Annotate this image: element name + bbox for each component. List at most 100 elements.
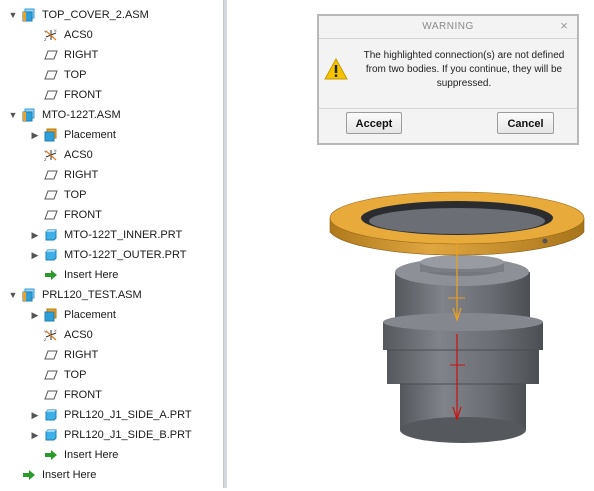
svg-text:Y: Y <box>44 149 47 154</box>
csys-icon: YZ X <box>44 28 58 42</box>
tree-item[interactable]: RIGHT <box>0 165 253 185</box>
tree-item[interactable]: ▼ TOP_COVER_2.ASM <box>0 5 231 25</box>
tree-item[interactable]: ▶ PRL120_J1_SIDE_B.PRT <box>0 425 253 445</box>
tree-item-label: PRL120_J1_SIDE_B.PRT <box>64 429 192 441</box>
tree-item[interactable]: FRONT <box>0 385 253 405</box>
tree-item-label: Insert Here <box>42 469 97 481</box>
svg-text:Y: Y <box>44 29 47 34</box>
tree-item[interactable]: Y Z X ACS0 <box>0 325 253 345</box>
tree-item-label: TOP <box>64 369 87 381</box>
tree-item[interactable]: TOP <box>0 185 253 205</box>
prl120-part-body[interactable] <box>383 255 543 443</box>
assembly-icon <box>22 108 36 122</box>
collapse-icon[interactable]: ▼ <box>8 290 18 300</box>
tree-item[interactable]: TOP <box>0 365 253 385</box>
expand-icon[interactable]: ▶ <box>30 430 40 440</box>
dialog-message: The highlighted connection(s) are not de… <box>363 50 565 89</box>
divider <box>319 38 577 39</box>
datum-plane-icon <box>44 388 58 402</box>
tree-item[interactable]: Y Z X ACS0 <box>0 25 253 45</box>
expand-icon[interactable]: ▶ <box>30 310 40 320</box>
tree-item[interactable]: RIGHT <box>0 45 253 65</box>
svg-text:Z: Z <box>44 37 47 42</box>
tree-item-label: TOP <box>64 189 87 201</box>
part-icon <box>44 248 58 262</box>
tree-item[interactable]: RIGHT <box>0 345 253 365</box>
tree-item[interactable]: ▼ PRL120_TEST.ASM <box>0 285 231 305</box>
tree-item-label: FRONT <box>64 209 102 221</box>
part-icon <box>44 228 58 242</box>
tree-item-label: Insert Here <box>64 269 119 281</box>
tree-item-label: ACS0 <box>64 149 93 161</box>
dialog-title: WARNING <box>422 21 474 32</box>
svg-text:Z: Z <box>44 157 47 162</box>
expand-icon[interactable]: ▶ <box>30 410 40 420</box>
datum-plane-icon <box>44 368 58 382</box>
tree-item[interactable]: ▶ Placement <box>0 125 253 145</box>
tree-item-label: TOP <box>64 69 87 81</box>
tree-item[interactable]: ▼ MTO-122T.ASM <box>0 105 231 125</box>
tree-item-label: PRL120_J1_SIDE_A.PRT <box>64 409 192 421</box>
insert-arrow-icon <box>22 468 36 482</box>
tree-item-label: PRL120_TEST.ASM <box>42 289 142 301</box>
expand-icon[interactable]: ▶ <box>30 230 40 240</box>
assembly-icon <box>22 8 36 22</box>
insert-arrow-icon <box>44 268 58 282</box>
collapse-icon[interactable]: ▼ <box>8 10 18 20</box>
model-tree: ▼ TOP_COVER_2.ASM Y Z X ACS0 RIGHT TOP FRONT ▼ MTO… <box>0 0 223 488</box>
datum-plane-icon <box>44 348 58 362</box>
tree-item[interactable]: ▶ PRL120_J1_SIDE_A.PRT <box>0 405 253 425</box>
tree-item[interactable]: Y Z X ACS0 <box>0 145 253 165</box>
datum-plane-icon <box>44 88 58 102</box>
csys-icon: YZ X <box>44 328 58 342</box>
tree-item-label: MTO-122T_INNER.PRT <box>64 229 183 241</box>
expand-icon[interactable]: ▶ <box>30 130 40 140</box>
tree-item[interactable]: ▶ Placement <box>0 305 253 325</box>
tree-item[interactable]: Insert Here <box>0 265 253 285</box>
csys-icon: YZ X <box>44 148 58 162</box>
accept-button[interactable]: Accept <box>346 112 402 134</box>
tree-item-label: FRONT <box>64 389 102 401</box>
tree-item[interactable]: FRONT <box>0 85 253 105</box>
tree-item[interactable]: Insert Here <box>0 445 253 465</box>
tree-item-label: FRONT <box>64 89 102 101</box>
insert-arrow-icon <box>44 448 58 462</box>
svg-text:Y: Y <box>44 329 47 334</box>
tree-item[interactable]: FRONT <box>0 205 253 225</box>
svg-text:X: X <box>54 148 57 153</box>
placement-icon <box>44 128 58 142</box>
tree-item-label: Placement <box>64 309 116 321</box>
datum-plane-icon <box>44 168 58 182</box>
tree-item-label: ACS0 <box>64 329 93 341</box>
divider <box>319 108 577 109</box>
tree-item[interactable]: Insert Here <box>0 465 231 485</box>
tree-item-label: TOP_COVER_2.ASM <box>42 9 149 21</box>
close-icon[interactable]: × <box>557 19 571 33</box>
tree-item[interactable]: ▶ MTO-122T_INNER.PRT <box>0 225 253 245</box>
tree-item[interactable]: ▶ MTO-122T_OUTER.PRT <box>0 245 253 265</box>
tree-item-label: MTO-122T_OUTER.PRT <box>64 249 187 261</box>
tree-item-label: ACS0 <box>64 29 93 41</box>
datum-plane-icon <box>44 188 58 202</box>
part-icon <box>44 428 58 442</box>
collapse-icon[interactable]: ▼ <box>8 110 18 120</box>
cancel-button[interactable]: Cancel <box>497 112 554 134</box>
tree-item[interactable]: TOP <box>0 65 253 85</box>
svg-text:Z: Z <box>44 337 47 342</box>
datum-plane-icon <box>44 68 58 82</box>
expand-icon[interactable]: ▶ <box>30 250 40 260</box>
